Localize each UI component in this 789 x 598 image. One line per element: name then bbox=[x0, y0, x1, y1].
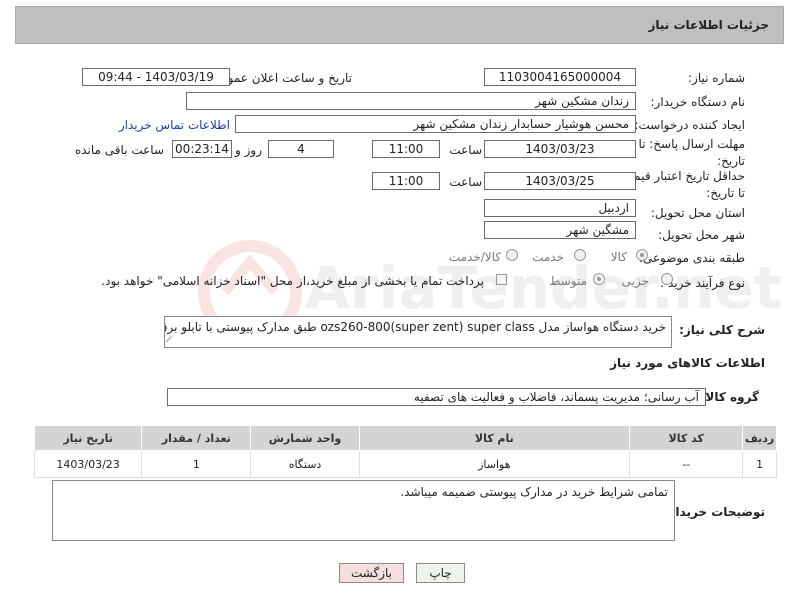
price-time-field: 11:00 bbox=[372, 172, 440, 190]
cell-qty: 1 bbox=[141, 450, 252, 478]
contact-info-link[interactable]: اطلاعات تماس خریدار bbox=[119, 118, 230, 132]
buyer-notes-text: تمامی شرایط خرید در مدارک پیوستی ضمیمه م… bbox=[400, 485, 668, 499]
category-radio-service[interactable] bbox=[574, 249, 586, 261]
category-radio-goods[interactable] bbox=[636, 249, 648, 261]
province-field: اردبیل bbox=[484, 199, 636, 217]
items-table: ردیف کد کالا نام کالا واحد شمارش تعداد /… bbox=[33, 425, 777, 478]
col-code: کد کالا bbox=[629, 425, 744, 451]
payment-note: پرداخت تمام یا بخشی از مبلغ خرید،از محل … bbox=[101, 274, 484, 288]
header-panel: جزئیات اطلاعات نیاز bbox=[15, 6, 784, 44]
process-radio-minor[interactable] bbox=[661, 273, 673, 285]
col-row: ردیف bbox=[742, 425, 777, 451]
resize-handle-icon bbox=[165, 335, 178, 347]
remaining-label: ساعت باقی مانده bbox=[74, 143, 164, 157]
summary-text: خرید دستگاه هواساز مدل ozs260-800(super … bbox=[165, 320, 666, 334]
cell-name: هواساز bbox=[358, 450, 631, 478]
category-option-both: کالا/خدمت bbox=[448, 250, 501, 264]
col-date: تاریخ نیاز bbox=[33, 425, 143, 451]
buyer-org-field: زندان مشکین شهر bbox=[186, 92, 636, 110]
items-table-wrap: ردیف کد کالا نام کالا واحد شمارش تعداد /… bbox=[33, 425, 777, 478]
need-number-label: شماره نیاز: bbox=[688, 71, 745, 85]
category-label: طبقه بندی موضوعی: bbox=[638, 251, 745, 265]
page-title: جزئیات اطلاعات نیاز bbox=[648, 18, 769, 32]
reply-deadline-label: مهلت ارسال پاسخ: تا تاریخ: bbox=[638, 137, 745, 168]
goods-group-label: گروه کالا: bbox=[700, 390, 759, 404]
buyer-notes-label: توضیحات خریدار: bbox=[663, 505, 765, 519]
summary-label: شرح کلی نیاز: bbox=[679, 323, 765, 337]
reply-date-field: 1403/03/23 bbox=[484, 140, 636, 158]
need-number-field: 1103004165000004 bbox=[484, 68, 636, 86]
cell-unit: دستگاه bbox=[250, 450, 360, 478]
category-radio-both[interactable] bbox=[506, 249, 518, 261]
cell-row: 1 bbox=[742, 450, 777, 478]
table-row: 1 -- هواساز دستگاه 1 1403/03/23 bbox=[33, 450, 777, 478]
requester-field: محسن هوشیار حسابدار زندان مشکین شهر bbox=[235, 115, 636, 133]
summary-textarea: خرید دستگاه هواساز مدل ozs260-800(super … bbox=[164, 316, 672, 348]
price-date-field: 1403/03/25 bbox=[484, 172, 636, 190]
days-and-label: روز و bbox=[235, 143, 262, 157]
goods-section-title: اطلاعات کالاهای مورد نیاز bbox=[610, 356, 765, 370]
requester-label: ایجاد کننده درخواست: bbox=[634, 118, 745, 132]
process-option-minor: جزیی bbox=[621, 274, 649, 288]
city-label: شهر محل تحویل: bbox=[658, 228, 745, 242]
price-time-label: ساعت bbox=[449, 175, 482, 189]
buyer-notes-textarea: تمامی شرایط خرید در مدارک پیوستی ضمیمه م… bbox=[52, 480, 675, 541]
announce-field: 1403/03/19 - 09:44 bbox=[82, 68, 230, 86]
col-name: نام کالا bbox=[358, 425, 631, 451]
province-label: استان محل تحویل: bbox=[650, 206, 745, 220]
process-option-medium: متوسط bbox=[549, 274, 587, 288]
col-qty: تعداد / مقدار bbox=[141, 425, 252, 451]
treasury-payment-checkbox[interactable] bbox=[496, 274, 507, 285]
reply-time-field: 11:00 bbox=[372, 140, 440, 158]
cell-code: -- bbox=[629, 450, 744, 478]
cell-date: 1403/03/23 bbox=[33, 450, 143, 478]
back-button[interactable]: بازگشت bbox=[339, 563, 404, 583]
goods-group-field: آب رسانی؛ مدیریت پسماند، فاضلاب و فعالیت… bbox=[167, 388, 706, 406]
buyer-org-label: نام دستگاه خریدار: bbox=[650, 95, 746, 109]
category-option-goods: کالا bbox=[610, 250, 627, 264]
city-field: مشگین شهر bbox=[484, 221, 636, 239]
col-unit: واحد شمارش bbox=[250, 425, 360, 451]
category-option-service: خدمت bbox=[532, 250, 564, 264]
items-table-header: ردیف کد کالا نام کالا واحد شمارش تعداد /… bbox=[33, 425, 777, 451]
remaining-time-field: 00:23:14 bbox=[172, 140, 232, 158]
days-field: 4 bbox=[268, 140, 334, 158]
process-radio-medium[interactable] bbox=[593, 273, 605, 285]
reply-time-label: ساعت bbox=[449, 143, 482, 157]
print-button[interactable]: چاپ bbox=[416, 563, 465, 583]
